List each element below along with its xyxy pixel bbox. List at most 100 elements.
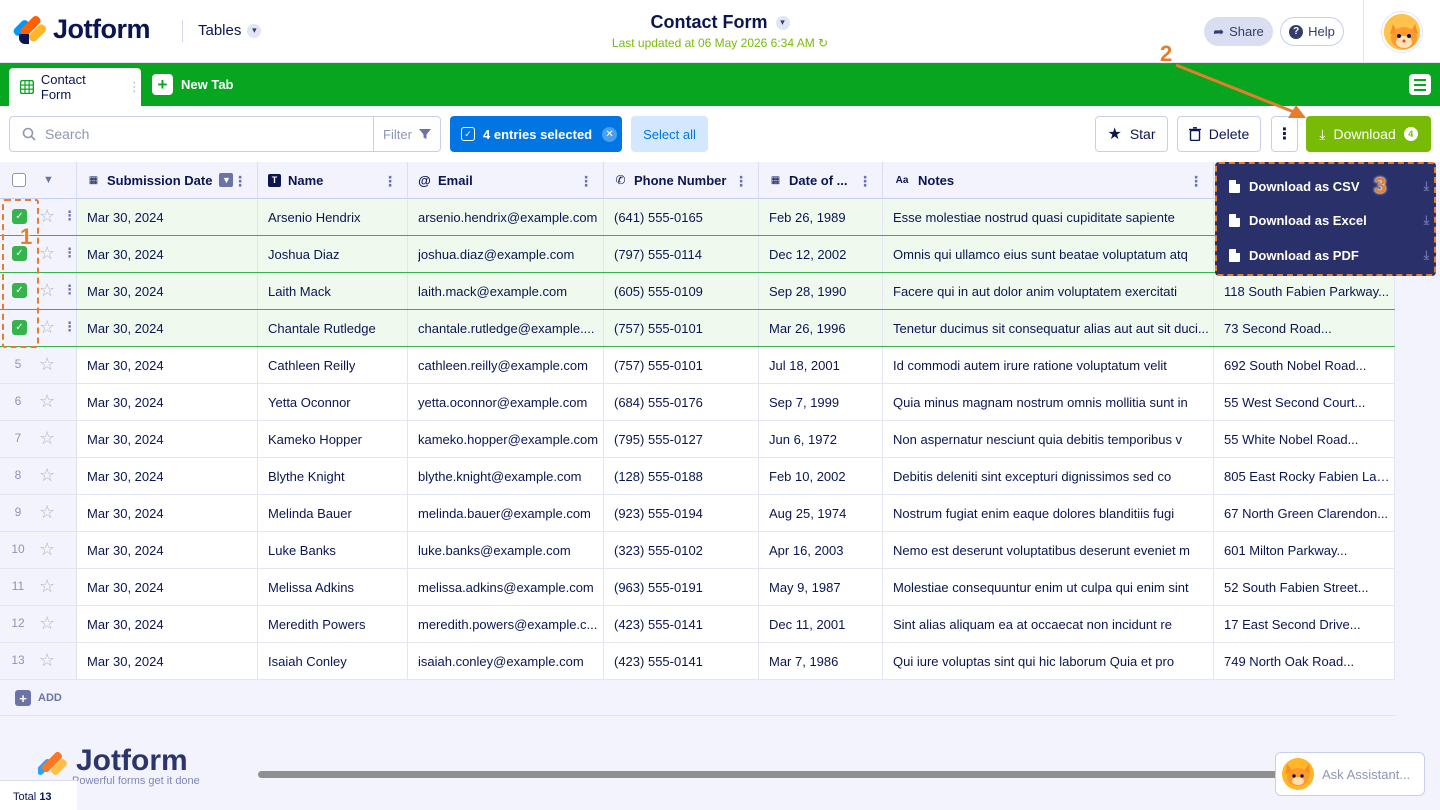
cell-name[interactable]: Blythe Knight (258, 458, 408, 494)
star-icon[interactable]: ☆ (39, 540, 55, 558)
cell-phone[interactable]: (757) 555-0101 (604, 347, 759, 383)
star-icon[interactable]: ☆ (39, 281, 55, 299)
cell-email[interactable]: blythe.knight@example.com (408, 458, 604, 494)
star-icon[interactable]: ☆ (39, 318, 55, 336)
select-all-button[interactable]: Select all (631, 116, 708, 152)
column-header-phone[interactable]: ✆ Phone Number ⋮ (604, 162, 759, 199)
cell-notes[interactable]: Nostrum fugiat enim eaque dolores blandi… (883, 495, 1214, 531)
star-icon[interactable]: ☆ (39, 614, 55, 632)
cell-submission-date[interactable]: Mar 30, 2024 (77, 569, 258, 605)
download-excel-option[interactable]: Download as Excel ⤓ (1229, 205, 1429, 235)
cell-email[interactable]: arsenio.hendrix@example.com (408, 199, 604, 235)
cell-notes[interactable]: Debitis deleniti sint excepturi dignissi… (883, 458, 1214, 494)
cell-notes[interactable]: Id commodi autem irure ratione voluptatu… (883, 347, 1214, 383)
help-button[interactable]: ? Help (1280, 17, 1344, 46)
column-options-icon[interactable]: ⋮ (1189, 173, 1203, 190)
cell-date-of-birth[interactable]: Apr 16, 2003 (759, 532, 883, 568)
cell-submission-date[interactable]: Mar 30, 2024 (77, 273, 258, 309)
cell-notes[interactable]: Facere qui in aut dolor anim voluptatem … (883, 273, 1214, 309)
search-input[interactable]: Search (9, 116, 374, 152)
cell-date-of-birth[interactable]: Mar 7, 1986 (759, 643, 883, 679)
cell-name[interactable]: Melinda Bauer (258, 495, 408, 531)
cell-address[interactable]: 749 North Oak Road... (1214, 643, 1395, 679)
table-row[interactable]: 7 ☆ Mar 30, 2024 Kameko Hopper kameko.hopper… (0, 421, 1395, 458)
cell-phone[interactable]: (797) 555-0114 (604, 236, 759, 272)
cell-submission-date[interactable]: Mar 30, 2024 (77, 347, 258, 383)
column-header-notes[interactable]: Aa Notes ⋮ (883, 162, 1214, 199)
cell-notes[interactable]: Non aspernatur nesciunt quia debitis tem… (883, 421, 1214, 457)
horizontal-scrollbar[interactable] (258, 771, 1288, 778)
table-row[interactable]: 10 ☆ Mar 30, 2024 Luke Banks luke.banks@exam… (0, 532, 1395, 569)
cell-notes[interactable]: Molestiae consequuntur enim ut culpa qui… (883, 569, 1214, 605)
jotform-logo[interactable]: Jotform (11, 13, 151, 45)
row-options-icon[interactable]: ⋮ (63, 245, 76, 261)
star-icon[interactable]: ☆ (39, 466, 55, 484)
cell-name[interactable]: Arsenio Hendrix (258, 199, 408, 235)
download-button[interactable]: ⤓ Download 4 (1306, 116, 1431, 152)
cell-email[interactable]: melinda.bauer@example.com (408, 495, 604, 531)
cell-phone[interactable]: (757) 555-0101 (604, 310, 759, 346)
cell-date-of-birth[interactable]: Feb 26, 1989 (759, 199, 883, 235)
cell-submission-date[interactable]: Mar 30, 2024 (77, 421, 258, 457)
download-csv-option[interactable]: Download as CSV ⤓ (1229, 171, 1429, 201)
table-row[interactable]: 13 ☆ Mar 30, 2024 Isaiah Conley isaiah.conle… (0, 643, 1395, 680)
cell-address[interactable]: 55 White Nobel Road... (1214, 421, 1395, 457)
cell-name[interactable]: Melissa Adkins (258, 569, 408, 605)
column-options-icon[interactable]: ⋮ (579, 173, 593, 190)
table-row[interactable]: 5 ☆ Mar 30, 2024 Cathleen Reilly cathleen.re… (0, 347, 1395, 384)
cell-email[interactable]: yetta.oconnor@example.com (408, 384, 604, 420)
cell-date-of-birth[interactable]: Jun 6, 1972 (759, 421, 883, 457)
cell-phone[interactable]: (684) 555-0176 (604, 384, 759, 420)
cell-phone[interactable]: (923) 555-0194 (604, 495, 759, 531)
download-pdf-option[interactable]: Download as PDF ⤓ (1229, 240, 1429, 270)
cell-name[interactable]: Kameko Hopper (258, 421, 408, 457)
table-row[interactable]: 8 ☆ Mar 30, 2024 Blythe Knight blythe.knight… (0, 458, 1395, 495)
column-options-icon[interactable]: ⋮ (383, 173, 397, 190)
cell-notes[interactable]: Esse molestiae nostrud quasi cupiditate … (883, 199, 1214, 235)
table-row[interactable]: 9 ☆ Mar 30, 2024 Melinda Bauer melinda.bauer… (0, 495, 1395, 532)
cell-notes[interactable]: Sint alias aliquam ea at occaecat non in… (883, 606, 1214, 642)
cell-phone[interactable]: (963) 555-0191 (604, 569, 759, 605)
header-checkbox[interactable] (12, 173, 26, 187)
cell-address[interactable]: 601 Milton Parkway... (1214, 532, 1395, 568)
cell-email[interactable]: chantale.rutledge@example.... (408, 310, 604, 346)
column-header-email[interactable]: @ Email ⋮ (408, 162, 604, 199)
cell-submission-date[interactable]: Mar 30, 2024 (77, 643, 258, 679)
cell-email[interactable]: joshua.diaz@example.com (408, 236, 604, 272)
column-options-icon[interactable]: ⋮ (734, 173, 748, 190)
tab-options-icon[interactable]: ⋮ (128, 79, 141, 95)
cell-submission-date[interactable]: Mar 30, 2024 (77, 199, 258, 235)
cell-date-of-birth[interactable]: Mar 26, 1996 (759, 310, 883, 346)
cell-notes[interactable]: Qui iure voluptas sint qui hic laborum Q… (883, 643, 1214, 679)
cell-date-of-birth[interactable]: Aug 25, 1974 (759, 495, 883, 531)
ask-assistant-button[interactable]: Ask Assistant... (1275, 752, 1425, 796)
row-options-icon[interactable]: ⋮ (63, 319, 76, 335)
star-icon[interactable]: ☆ (39, 429, 55, 447)
cell-phone[interactable]: (795) 555-0127 (604, 421, 759, 457)
cell-email[interactable]: cathleen.reilly@example.com (408, 347, 604, 383)
pin-icon[interactable]: ▼ (219, 173, 234, 187)
cell-address[interactable]: 692 South Nobel Road... (1214, 347, 1395, 383)
cell-name[interactable]: Isaiah Conley (258, 643, 408, 679)
cell-address[interactable]: 73 Second Road... (1214, 310, 1395, 346)
cell-address[interactable]: 52 South Fabien Street... (1214, 569, 1395, 605)
star-icon[interactable]: ☆ (39, 651, 55, 669)
star-icon[interactable]: ☆ (39, 207, 55, 225)
tab-contact-form[interactable]: Contact Form ⋮ (9, 68, 141, 106)
star-icon[interactable]: ☆ (39, 503, 55, 521)
chevron-down-icon[interactable]: ▼ (43, 174, 54, 186)
column-header-date-of-birth[interactable]: ▦ Date of ... ⋮ (759, 162, 883, 199)
table-row[interactable]: 12 ☆ Mar 30, 2024 Meredith Powers meredith.p… (0, 606, 1395, 643)
cell-phone[interactable]: (605) 555-0109 (604, 273, 759, 309)
column-header-name[interactable]: T Name ⋮ (258, 162, 408, 199)
cell-notes[interactable]: Tenetur ducimus sit consequatur alias au… (883, 310, 1214, 346)
share-button[interactable]: ➦ Share (1204, 17, 1273, 46)
star-icon[interactable]: ☆ (39, 355, 55, 373)
filter-button[interactable]: Filter (373, 116, 441, 152)
star-icon[interactable]: ☆ (39, 577, 55, 595)
cell-date-of-birth[interactable]: Sep 7, 1999 (759, 384, 883, 420)
cell-date-of-birth[interactable]: Sep 28, 1990 (759, 273, 883, 309)
cell-submission-date[interactable]: Mar 30, 2024 (77, 606, 258, 642)
cell-name[interactable]: Luke Banks (258, 532, 408, 568)
select-all-header[interactable]: ▼ (0, 162, 77, 199)
